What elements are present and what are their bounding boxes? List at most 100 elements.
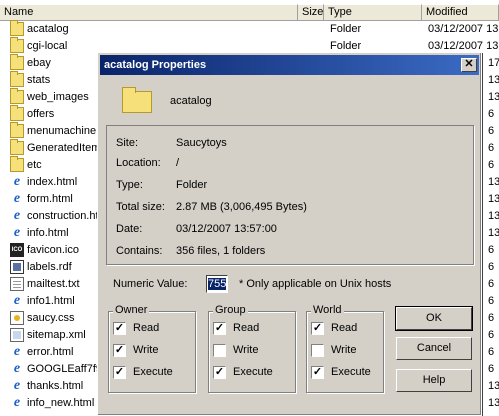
file-modified: 6 [488,312,495,324]
world-read-checkbox[interactable]: ✓ [311,322,324,335]
xml-file-icon [10,328,24,342]
file-modified: 03/12/2007 13 [428,23,499,35]
ie-html-icon: e [13,361,21,376]
file-name: ebay [27,57,51,69]
file-name: stats [27,74,51,86]
dialog-titlebar[interactable]: acatalog Properties ✕ [100,55,479,75]
owner-read-checkbox[interactable]: ✓ [113,322,126,335]
file-modified: 13 [488,74,499,86]
unix-note: * Only applicable on Unix hosts [239,278,392,290]
file-modified: 17 [488,57,499,69]
folder-icon [10,156,24,172]
file-name: info.html [27,227,69,239]
css-file-icon [10,311,24,325]
file-modified: 6 [488,278,495,290]
file-name: sitemap.xml [27,329,86,341]
help-button[interactable]: Help [396,369,472,392]
world-group: World ✓ Read Write ✓ Execute [306,304,384,393]
date-label: Date: [116,223,143,235]
check-icon: ✓ [114,344,125,356]
numeric-value-text: 755 [208,278,227,290]
column-header-size-label: Size [302,6,324,18]
owner-execute-checkbox[interactable]: ✓ [113,366,126,379]
world-write-checkbox[interactable] [311,344,324,357]
properties-dialog: acatalog Properties ✕ acatalog Site: Sau… [97,52,482,416]
type-value: Folder [176,179,208,191]
file-modified: 13 [488,227,499,239]
numeric-value-label: Numeric Value: [113,278,188,290]
file-name: thanks.html [27,380,84,392]
check-icon: ✓ [114,322,125,334]
file-modified: 6 [488,125,495,137]
file-name: web_images [27,91,89,103]
folder-icon [10,71,24,87]
folder-icon [10,139,24,155]
owner-group-title: Owner [113,304,150,316]
list-item[interactable]: acatalog Folder 03/12/2007 13 [0,20,499,38]
file-modified: 6 [488,329,495,341]
folder-name: acatalog [170,95,212,107]
total-size-label: Total size: [116,201,165,213]
ie-html-icon: e [13,208,21,223]
owner-write-checkbox[interactable]: ✓ [113,344,126,357]
file-name: favicon.ico [27,244,79,256]
file-modified: 6 [488,346,495,358]
world-write-label: Write [331,344,357,356]
column-header-modified[interactable]: Modified [422,4,499,21]
file-name: etc [27,159,42,171]
world-execute-checkbox[interactable]: ✓ [311,366,324,379]
close-button[interactable]: ✕ [461,58,477,72]
total-size-value: 2.87 MB (3,006,495 Bytes) [176,201,307,213]
cancel-button[interactable]: Cancel [396,337,472,360]
location-value: / [176,157,180,169]
folder-icon [10,54,24,70]
owner-group: Owner ✓ Read ✓ Write ✓ Execute [108,304,196,393]
type-label: Type: [116,179,143,191]
group-read-checkbox[interactable]: ✓ [213,322,226,335]
check-icon: ✓ [114,366,125,378]
group-write-checkbox[interactable] [213,344,226,357]
folder-icon [10,105,24,121]
file-name: offers [27,108,55,120]
file-name: construction.ht [27,210,97,222]
folder-icon [10,88,24,104]
ie-html-icon: e [13,378,21,393]
numeric-value-input[interactable]: 755 [206,275,228,293]
column-header-name-label: Name [4,6,34,18]
file-name: GeneratedItem [27,142,97,154]
file-name: cgi-local [27,40,68,52]
ie-html-icon: e [13,344,21,359]
text-file-icon [10,277,24,291]
location-label: Location: [116,157,161,169]
world-read-label: Read [331,322,358,334]
group-execute-checkbox[interactable]: ✓ [213,366,226,379]
file-modified: 6 [488,295,495,307]
rdf-file-icon [10,260,24,274]
file-modified: 6 [488,159,495,171]
ie-html-icon: e [13,293,21,308]
file-modified: 6 [488,244,495,256]
ok-button[interactable]: OK [395,306,473,331]
file-modified: 13 [488,397,499,409]
column-header-type[interactable]: Type [324,4,422,21]
column-header-name[interactable]: Name [0,4,298,21]
file-modified: 6 [488,142,495,154]
file-name: GOOGLEaff7f9 [27,363,97,375]
file-name: acatalog [27,21,97,38]
file-name: error.html [27,346,74,358]
check-icon: ✓ [312,366,323,378]
ie-html-icon: e [13,225,21,240]
ie-html-icon: e [13,174,21,189]
file-modified: 13 [488,176,499,188]
owner-execute-label: Execute [133,366,173,378]
world-group-title: World [311,304,344,316]
ico-file-icon: ICO [10,243,24,257]
group-execute-label: Execute [233,366,273,378]
column-header-type-label: Type [328,6,352,18]
file-name: menumachine [27,125,97,137]
file-modified: 6 [488,261,495,273]
site-label: Site: [116,137,139,149]
file-name: saucy.css [27,312,75,324]
column-header-size[interactable]: Size [298,4,324,21]
info-panel [106,125,474,265]
